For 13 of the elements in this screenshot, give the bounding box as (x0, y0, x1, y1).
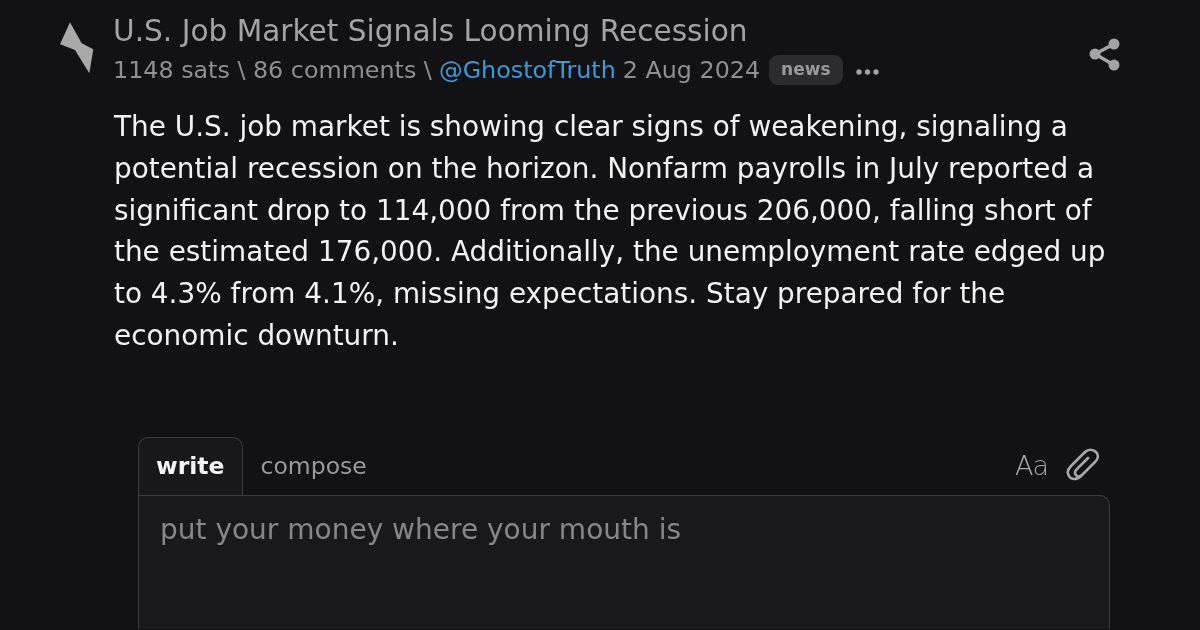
post-stats: 1148 sats \ 86 comments \ (113, 55, 432, 85)
share-icon[interactable] (1089, 38, 1120, 71)
format-button[interactable]: Aa (1015, 450, 1048, 481)
post-title[interactable]: U.S. Job Market Signals Looming Recession (113, 13, 748, 49)
more-icon[interactable] (855, 69, 879, 75)
compose-tab[interactable]: compose (242, 436, 385, 495)
news-tag[interactable]: news (769, 55, 843, 85)
post-date: 2 Aug 2024 (622, 55, 761, 85)
reply-textarea[interactable]: put your money where your mouth is (138, 494, 1110, 629)
author-link[interactable]: @GhostofTruth (438, 55, 616, 85)
write-tab[interactable]: write (138, 436, 243, 495)
post-body: The U.S. job market is showing clear signs of weakening, signaling a potential recession on the horizon. Nonfarm payrolls in July reported a significant drop to 114,000 from the previous 206,000, falling short of the estimated 176,000. Additionally, the unemployment rate edged up to 4.3% from 4.1%, missing expectations. Stay prepared for the economic downturn. (114, 109, 1107, 354)
lightning-bolt-icon[interactable] (58, 21, 95, 75)
